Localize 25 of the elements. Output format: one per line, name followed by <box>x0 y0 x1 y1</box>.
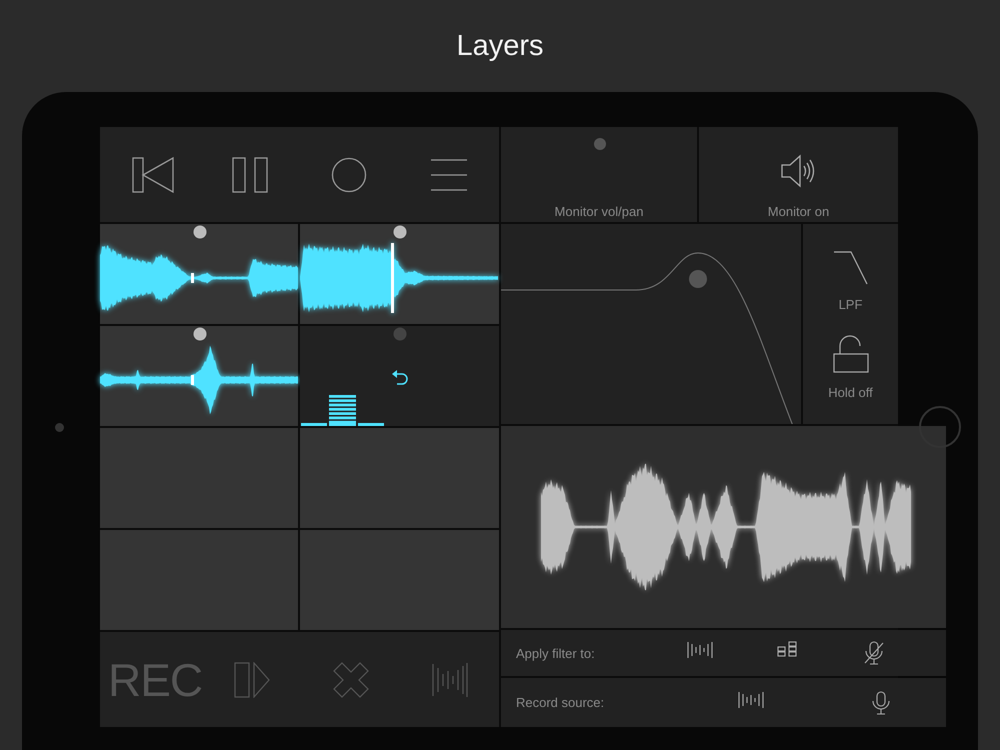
skip-back-icon[interactable] <box>132 156 174 192</box>
muted-microphone-icon[interactable] <box>864 641 884 665</box>
filter-type-label: LPF <box>838 297 862 312</box>
menu-icon[interactable] <box>431 158 468 190</box>
settings-label: Apply filter to: <box>516 646 596 660</box>
app-title: Layers <box>456 30 544 62</box>
monitor-label: Monitor on <box>768 204 830 219</box>
waveform-icon[interactable] <box>686 641 712 659</box>
filter-handle[interactable] <box>689 270 707 288</box>
pad-dot[interactable] <box>193 327 207 341</box>
settings-label: Record source: <box>516 695 606 710</box>
pad-dot[interactable] <box>393 225 407 239</box>
lowpass-icon[interactable] <box>832 250 868 286</box>
pause-icon[interactable] <box>232 156 268 192</box>
grid-icon[interactable] <box>776 641 796 657</box>
pad-dot[interactable] <box>393 327 407 341</box>
waveform-icon[interactable] <box>738 690 764 708</box>
camera-dot <box>54 422 64 432</box>
undo-icon[interactable] <box>391 369 409 385</box>
monitor-label: Monitor vol/pan <box>554 204 644 219</box>
record-icon[interactable] <box>331 156 368 192</box>
hold-label: Hold off <box>828 385 873 400</box>
microphone-icon[interactable] <box>871 690 891 714</box>
pad-dot[interactable] <box>193 225 207 239</box>
sample-pad[interactable] <box>300 326 499 426</box>
